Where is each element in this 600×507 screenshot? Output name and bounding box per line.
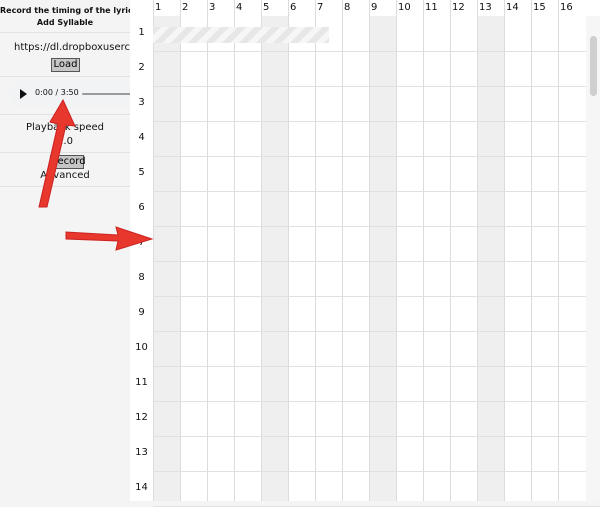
column-line bbox=[180, 0, 181, 501]
column-number-12: 12 bbox=[452, 2, 465, 13]
column-line bbox=[207, 0, 208, 501]
playback-speed-value[interactable]: 1.0 bbox=[0, 136, 130, 147]
row-number-3: 3 bbox=[138, 97, 145, 108]
scrollbar[interactable] bbox=[586, 16, 600, 501]
audio-player[interactable]: 0:00 / 3:50 bbox=[10, 80, 145, 108]
play-icon[interactable] bbox=[20, 89, 27, 99]
timing-grid[interactable]: 1 2 3 4 5 6 7 8 9 10 11 12 13 14 1 2 3 4 5 6 7 8 9 10 11 12 13 14 1… bbox=[130, 0, 600, 507]
row-number-8: 8 bbox=[138, 272, 145, 283]
column-number-8: 8 bbox=[344, 2, 351, 13]
column-line bbox=[261, 0, 262, 501]
advanced-link[interactable]: Advanced bbox=[0, 170, 130, 181]
row-number-9: 9 bbox=[138, 307, 145, 318]
row-number-5: 5 bbox=[138, 167, 145, 178]
divider bbox=[0, 32, 130, 33]
divider bbox=[0, 152, 130, 153]
load-button[interactable]: Load bbox=[51, 58, 80, 72]
column-number-16: 16 bbox=[560, 2, 573, 13]
column-number-1: 1 bbox=[155, 2, 162, 13]
column-line bbox=[423, 0, 424, 501]
column-line bbox=[558, 0, 559, 501]
column-number-14: 14 bbox=[506, 2, 519, 13]
column-line bbox=[342, 0, 343, 501]
column-number-13: 13 bbox=[479, 2, 492, 13]
add-syllable-link[interactable]: Add Syllable bbox=[0, 18, 130, 27]
column-line bbox=[288, 0, 289, 501]
column-line bbox=[396, 0, 397, 501]
column-number-6: 6 bbox=[290, 2, 297, 13]
column-line bbox=[450, 0, 451, 501]
row-line bbox=[153, 471, 600, 472]
column-line bbox=[153, 0, 154, 501]
row-gutter: 1 2 3 4 5 6 7 8 9 10 11 12 13 14 bbox=[130, 0, 153, 501]
scrollbar-thumb[interactable] bbox=[590, 36, 597, 96]
column-number-3: 3 bbox=[209, 2, 216, 13]
column-number-5: 5 bbox=[263, 2, 270, 13]
column-number-11: 11 bbox=[425, 2, 438, 13]
divider bbox=[0, 76, 130, 77]
row-number-4: 4 bbox=[138, 132, 145, 143]
app-title: Record the timing of the lyrics bbox=[0, 6, 130, 15]
row-line bbox=[153, 296, 600, 297]
row-line bbox=[153, 401, 600, 402]
row-number-12: 12 bbox=[135, 412, 148, 423]
row-number-10: 10 bbox=[135, 342, 148, 353]
row-line bbox=[153, 436, 600, 437]
left-panel: Record the timing of the lyrics Add Syll… bbox=[0, 0, 145, 501]
row-line bbox=[153, 121, 600, 122]
beat-column-shade bbox=[369, 16, 396, 501]
audio-time: 0:00 / 3:50 bbox=[35, 88, 79, 97]
syllable-bar[interactable] bbox=[153, 27, 329, 43]
row-number-1: 1 bbox=[138, 27, 145, 38]
playback-speed-label: Playback speed bbox=[25, 122, 104, 133]
column-line bbox=[369, 0, 370, 501]
beat-column-shade bbox=[153, 16, 180, 501]
column-number-10: 10 bbox=[398, 2, 411, 13]
row-line bbox=[153, 261, 600, 262]
row-number-14: 14 bbox=[135, 482, 148, 493]
row-line bbox=[153, 331, 600, 332]
column-line bbox=[234, 0, 235, 501]
row-line bbox=[153, 191, 600, 192]
row-line bbox=[153, 86, 600, 87]
row-line bbox=[153, 51, 600, 52]
column-line bbox=[477, 0, 478, 501]
column-number-9: 9 bbox=[371, 2, 378, 13]
column-number-2: 2 bbox=[182, 2, 189, 13]
beat-column-shade bbox=[477, 16, 504, 501]
divider bbox=[0, 114, 130, 115]
record-button[interactable]: Record bbox=[50, 155, 86, 169]
row-line bbox=[153, 226, 600, 227]
row-number-6: 6 bbox=[138, 202, 145, 213]
row-number-11: 11 bbox=[135, 377, 148, 388]
row-line bbox=[153, 366, 600, 367]
column-number-15: 15 bbox=[533, 2, 546, 13]
row-line bbox=[153, 156, 600, 157]
beat-column-shade bbox=[261, 16, 288, 501]
column-number-7: 7 bbox=[317, 2, 324, 13]
audio-url-input[interactable]: https://dl.dropboxusercon bbox=[14, 42, 130, 53]
column-line bbox=[315, 0, 316, 501]
divider bbox=[0, 186, 130, 187]
row-number-7: 7 bbox=[138, 237, 145, 248]
column-number-4: 4 bbox=[236, 2, 243, 13]
column-line bbox=[504, 0, 505, 501]
row-number-2: 2 bbox=[138, 62, 145, 73]
column-line bbox=[531, 0, 532, 501]
row-number-13: 13 bbox=[135, 447, 148, 458]
